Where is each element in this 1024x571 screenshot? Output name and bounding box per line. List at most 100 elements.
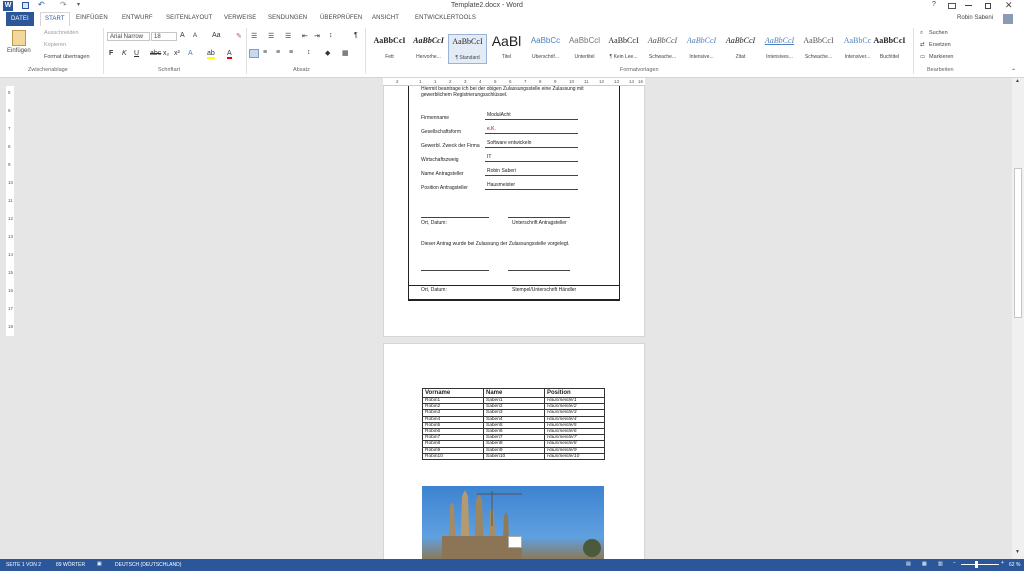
tab-verweise[interactable]: VERWEISE — [224, 15, 256, 21]
superscript-icon[interactable]: x² — [174, 50, 180, 57]
text-effects-icon[interactable]: A — [188, 50, 193, 57]
table-header-cell[interactable]: Vorname — [422, 388, 484, 398]
highlight-icon[interactable]: ab — [207, 50, 215, 59]
style-titel[interactable]: AaBl Titel — [487, 34, 526, 64]
zoom-in-icon[interactable]: + — [1001, 560, 1004, 566]
italic-icon[interactable]: K — [122, 50, 127, 57]
select-button[interactable]: Markieren — [929, 54, 953, 60]
style-untertitel[interactable]: AaBbCcl Untertitel — [565, 34, 604, 64]
select-icon[interactable]: ▭ — [920, 54, 925, 60]
multilevel-list-icon[interactable]: ☰ — [285, 32, 291, 40]
tab-ueberpruefen[interactable]: ÜBERPRÜFEN — [320, 15, 362, 21]
bold-icon[interactable]: F — [109, 50, 113, 57]
field-value-gesellschaftsform[interactable]: e.K. — [487, 126, 496, 132]
user-name[interactable]: Robin Sabeni — [957, 15, 993, 21]
increase-indent-icon[interactable]: ⇥ — [314, 32, 320, 40]
field-value-name[interactable]: Robin Saberi — [487, 168, 516, 174]
align-center-icon[interactable]: ≡ — [263, 49, 267, 56]
decrease-indent-icon[interactable]: ⇤ — [302, 32, 308, 40]
proofing-icon[interactable]: ▣ — [97, 561, 102, 567]
align-left-icon[interactable] — [249, 49, 259, 58]
change-case-button[interactable]: Aa — [212, 32, 221, 39]
style-fett[interactable]: AaBbCcI Fett — [370, 34, 409, 64]
restore-icon[interactable] — [985, 3, 991, 9]
font-color-icon[interactable]: A — [227, 50, 232, 59]
field-value-wirtschaftszweig[interactable]: IT — [487, 154, 491, 160]
user-avatar[interactable] — [1003, 14, 1013, 24]
table-header-cell[interactable]: Position — [544, 388, 605, 398]
paste-button[interactable]: Einfügen — [7, 48, 31, 54]
zoom-level[interactable]: 62 % — [1009, 562, 1020, 568]
clear-format-icon[interactable]: ✎ — [236, 32, 242, 40]
tab-seitenlayout[interactable]: SEITENLAYOUT — [166, 15, 212, 21]
style-ueberschrift[interactable]: AaBbCc Überschrif... — [526, 34, 565, 64]
line-spacing-icon[interactable]: ↕ — [307, 49, 311, 56]
grow-font-icon[interactable]: A — [180, 32, 185, 39]
ribbon-options-icon[interactable] — [948, 3, 956, 9]
align-right-icon[interactable]: ≡ — [276, 49, 280, 56]
style-hervorhebung[interactable]: AaBbCcI Hervorhe... — [409, 34, 448, 64]
format-painter-button[interactable]: Format übertragen — [44, 54, 90, 60]
help-icon[interactable]: ? — [932, 1, 936, 8]
borders-icon[interactable]: ▦ — [342, 49, 349, 57]
employee-table[interactable]: Vorname Name Position Robin1 Saberi1 Hausmei… — [422, 388, 605, 460]
tab-einfuegen[interactable]: EINFÜGEN — [76, 15, 108, 21]
qat-customize-icon[interactable]: ▾ — [77, 1, 80, 8]
bullets-icon[interactable]: ☰ — [251, 32, 257, 40]
style-zitat[interactable]: AaBbCcI Zitat — [721, 34, 760, 64]
find-button[interactable]: Suchen — [929, 30, 948, 36]
table-cell[interactable]: Hausmeister10 — [544, 452, 605, 460]
church-photo[interactable] — [422, 486, 604, 559]
close-icon[interactable]: ✕ — [1005, 0, 1013, 11]
scroll-up-icon[interactable]: ▲ — [1015, 78, 1020, 84]
undo-icon[interactable]: ↶ — [38, 0, 45, 9]
style-intensives-zitat[interactable]: AaBbCcI Intensives... — [760, 34, 799, 64]
web-layout-icon[interactable]: ▥ — [938, 561, 943, 567]
tab-ansicht[interactable]: ANSICHT — [372, 15, 399, 21]
redo-icon[interactable]: ↷ — [60, 0, 67, 9]
underline-icon[interactable]: U — [134, 50, 139, 57]
save-icon[interactable] — [22, 2, 29, 9]
vertical-scrollbar[interactable]: ▲ ▼ — [1012, 78, 1024, 559]
find-icon[interactable]: ⌕ — [920, 30, 923, 37]
table-cell[interactable]: Robin10 — [422, 452, 484, 460]
field-value-position[interactable]: Hausmeister — [487, 182, 515, 188]
replace-button[interactable]: Ersetzen — [929, 42, 951, 48]
tab-datei[interactable]: DATEI — [6, 12, 34, 26]
show-marks-icon[interactable]: ¶ — [354, 32, 358, 39]
cut-button[interactable]: Ausschneiden — [44, 30, 79, 36]
vertical-ruler[interactable]: 5 6 7 8 9 10 11 12 13 14 15 16 17 18 — [0, 86, 16, 571]
shading-icon[interactable]: ◆ — [325, 49, 330, 57]
table-header-cell[interactable]: Name — [483, 388, 545, 398]
horizontal-ruler[interactable]: 2 1 1 2 3 4 5 6 7 8 9 10 11 12 13 14 16 — [383, 78, 645, 86]
scroll-thumb[interactable] — [1014, 168, 1022, 318]
read-mode-icon[interactable]: ▤ — [906, 561, 911, 567]
scroll-down-icon[interactable]: ▼ — [1015, 549, 1020, 555]
shrink-font-icon[interactable]: A — [193, 33, 197, 39]
minimize-icon[interactable] — [965, 5, 972, 6]
page-count-status[interactable]: SEITE 1 VON 2 — [6, 562, 41, 568]
paste-icon[interactable] — [12, 30, 26, 46]
tab-start[interactable]: START — [40, 12, 70, 27]
numbering-icon[interactable]: ☰ — [268, 32, 274, 40]
style-schwacher-verweis[interactable]: AaBbCcI Schwache... — [799, 34, 838, 64]
field-value-firmenname[interactable]: ModulAcht — [487, 112, 511, 118]
zoom-slider-thumb[interactable] — [975, 561, 978, 568]
style-intensive-hervorhebung[interactable]: AaBbCcI Intensive... — [682, 34, 721, 64]
tab-entwurf[interactable]: ENTWURF — [122, 15, 153, 21]
print-layout-icon[interactable]: ▦ — [922, 561, 927, 567]
language-status[interactable]: DEUTSCH (DEUTSCHLAND) — [115, 562, 181, 568]
tab-sendungen[interactable]: SENDUNGEN — [268, 15, 307, 21]
justify-icon[interactable]: ≡ — [289, 49, 293, 56]
style-standard[interactable]: AaBbCcI ¶ Standard — [448, 34, 487, 64]
field-value-zweck[interactable]: Software entwickeln — [487, 140, 531, 146]
sort-icon[interactable]: ↕ — [329, 32, 333, 39]
tab-entwicklertools[interactable]: ENTWICKLERTOOLS — [415, 15, 476, 21]
subscript-icon[interactable]: x₂ — [163, 50, 169, 57]
style-kein-leerraum[interactable]: AaBbCcI ¶ Kein Lee... — [604, 34, 643, 64]
collapse-ribbon-icon[interactable]: ⌃ — [1011, 68, 1016, 75]
zoom-out-icon[interactable]: − — [953, 560, 956, 566]
word-count-status[interactable]: 89 WÖRTER — [56, 562, 85, 568]
font-size-select[interactable]: 18 — [151, 32, 177, 41]
strikethrough-icon[interactable]: abc — [150, 50, 161, 57]
